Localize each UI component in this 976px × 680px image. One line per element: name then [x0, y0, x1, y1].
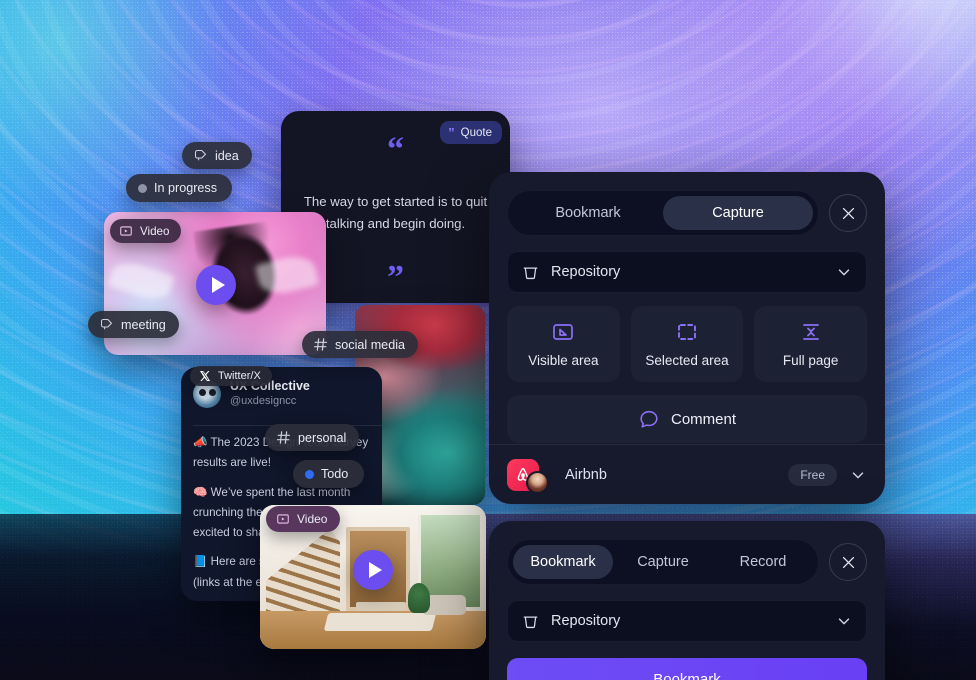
- tag-pill-idea[interactable]: idea: [182, 142, 252, 169]
- quote-badge-label: Quote: [460, 126, 492, 139]
- source-label: Twitter/X: [218, 370, 261, 382]
- selected-area-icon: [678, 324, 696, 340]
- comment-label: Comment: [670, 410, 737, 428]
- tag-label: In progress: [154, 181, 217, 195]
- chevron-down-icon: [838, 618, 850, 625]
- repository-label: Repository: [551, 264, 621, 280]
- decorative-shape: [106, 257, 176, 305]
- capture-option-visible-area[interactable]: Visible area: [507, 306, 620, 382]
- decorative-shape: [323, 613, 437, 631]
- decorative-shape: [356, 602, 406, 611]
- quote-badge: ” Quote: [440, 121, 502, 144]
- close-button[interactable]: [829, 194, 867, 232]
- quote-badge-mark: ”: [448, 125, 455, 140]
- bookmark-panel: Bookmark Capture Record Repository Bookm…: [489, 521, 885, 680]
- status-dot-icon: [305, 469, 314, 479]
- screenshot-stage: ” Quote “ The way to get started is to q…: [0, 0, 976, 680]
- tag-icon: [194, 149, 207, 161]
- comment-icon: [640, 410, 658, 428]
- close-icon: [842, 207, 854, 219]
- quote-text: The way to get started is to quit talkin…: [303, 194, 488, 231]
- tab-bookmark[interactable]: Bookmark: [513, 196, 663, 230]
- tab-bookmark[interactable]: Bookmark: [513, 545, 613, 579]
- brand-name: Airbnb: [565, 466, 607, 483]
- tag-label: social media: [335, 337, 405, 352]
- quote-close-glyph: ”: [387, 259, 404, 296]
- play-button-interior[interactable]: [353, 550, 393, 590]
- tab-capture[interactable]: Capture: [613, 545, 713, 579]
- tag-icon: [100, 318, 113, 330]
- twitter-author-handle: @uxdesigncc: [230, 395, 297, 408]
- footer-expand-button[interactable]: [849, 466, 867, 484]
- tag-pill-in-progress[interactable]: In progress: [126, 174, 232, 202]
- tag-label: Todo: [321, 467, 349, 481]
- capture-option-label: Visible area: [528, 353, 599, 368]
- tag-pill-todo[interactable]: Todo: [293, 460, 365, 488]
- repository-select-bookmark[interactable]: Repository: [507, 600, 867, 642]
- chevron-down-icon: [852, 471, 864, 478]
- play-triangle-icon: [368, 562, 382, 578]
- plan-badge: Free: [788, 463, 837, 486]
- tab-capture[interactable]: Capture: [663, 196, 813, 230]
- source-pill-twitter[interactable]: Twitter/X: [190, 366, 272, 386]
- status-dot-icon: [138, 183, 147, 193]
- avatar: [526, 470, 549, 494]
- media-label: Video: [297, 512, 328, 526]
- repository-select-capture[interactable]: Repository: [507, 251, 867, 293]
- bookmark-panel-header: Bookmark Capture Record: [489, 521, 885, 585]
- full-page-icon: [802, 324, 819, 340]
- twitter-x-icon: [200, 371, 210, 381]
- tab-record[interactable]: Record: [713, 545, 813, 579]
- capture-option-selected-area[interactable]: Selected area: [630, 306, 744, 382]
- tag-pill-meeting[interactable]: meeting: [88, 311, 179, 338]
- tag-label: personal: [298, 430, 347, 445]
- capture-option-label: Full page: [782, 353, 839, 368]
- video-icon: [277, 514, 289, 524]
- play-button-person[interactable]: [196, 265, 236, 305]
- media-pill-video-person[interactable]: Video: [110, 219, 182, 243]
- close-icon: [842, 556, 854, 568]
- bucket-icon: [523, 267, 538, 279]
- media-label: Video: [140, 224, 170, 238]
- tag-label: meeting: [121, 317, 166, 332]
- capture-panel-header: Bookmark Capture: [489, 172, 885, 236]
- tag-pill-personal[interactable]: personal: [265, 424, 360, 451]
- capture-option-label: Selected area: [645, 353, 729, 368]
- airbnb-logo-icon: [507, 458, 549, 494]
- video-icon: [120, 226, 132, 236]
- comment-button[interactable]: Comment: [507, 395, 867, 443]
- capture-mode-tabs: Bookmark Capture: [507, 190, 819, 236]
- quote-open-glyph: “: [387, 131, 404, 168]
- capture-panel-footer: Airbnb Free: [489, 444, 885, 504]
- decorative-shape: [408, 583, 430, 613]
- capture-panel: Bookmark Capture Repository Visible area…: [489, 172, 885, 504]
- repository-label: Repository: [551, 613, 621, 629]
- visible-area-icon: [553, 324, 574, 340]
- chevron-down-icon: [838, 269, 850, 276]
- bookmark-submit-button[interactable]: Bookmark: [507, 658, 867, 680]
- tag-label: idea: [215, 148, 239, 163]
- bucket-icon: [523, 616, 538, 628]
- hash-icon: [313, 338, 328, 351]
- capture-options-grid: Visible area Selected area Full page: [507, 306, 868, 382]
- close-button[interactable]: [829, 543, 867, 581]
- hash-icon: [276, 431, 291, 444]
- play-triangle-icon: [211, 277, 225, 293]
- media-pill-video-interior[interactable]: Video: [266, 506, 341, 532]
- bookmark-mode-tabs: Bookmark Capture Record: [507, 539, 819, 585]
- capture-option-full-page[interactable]: Full page: [754, 306, 868, 382]
- tag-pill-social-media[interactable]: social media: [302, 331, 418, 358]
